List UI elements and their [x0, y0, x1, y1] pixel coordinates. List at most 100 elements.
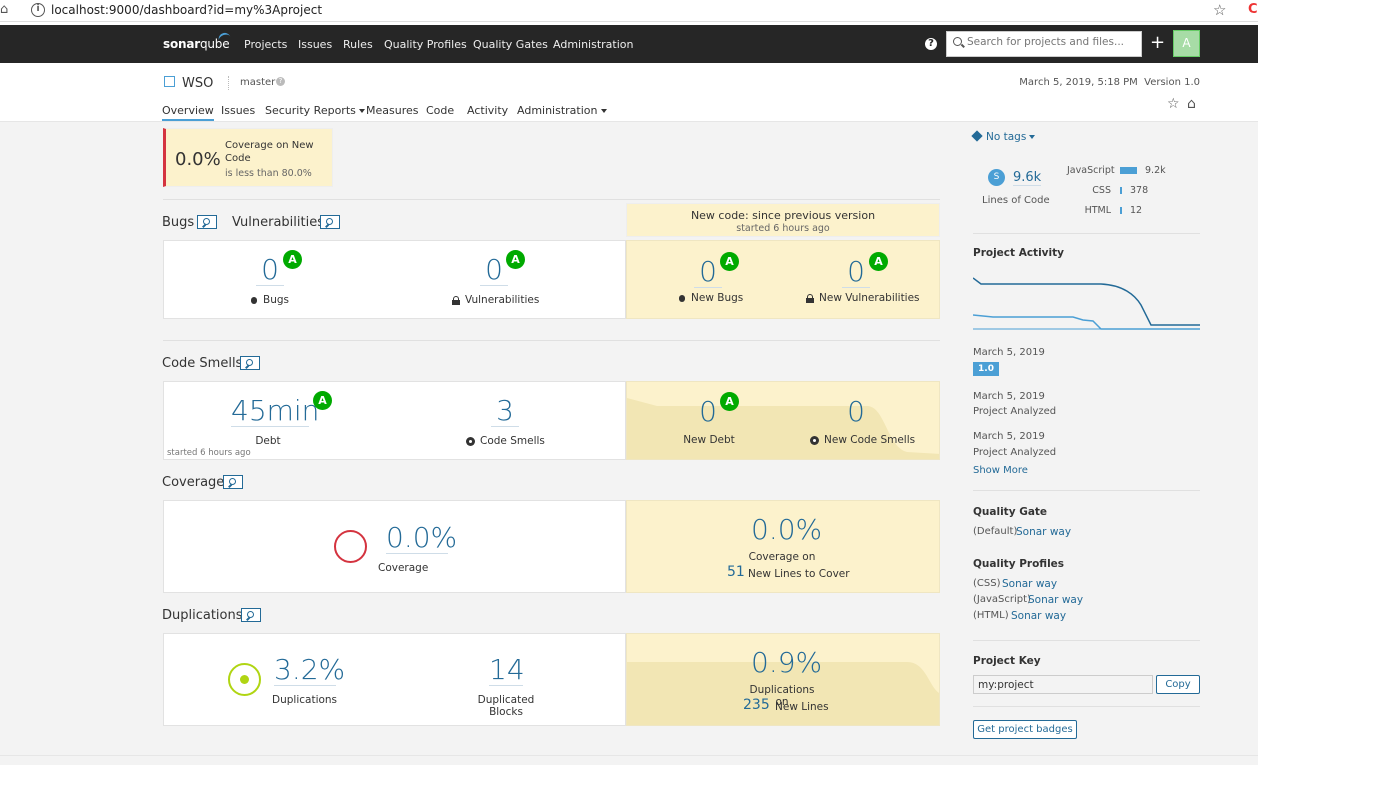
profile-lang: (HTML)	[973, 610, 1009, 621]
divider	[163, 199, 940, 200]
new-bugs-value[interactable]: 0	[694, 257, 722, 288]
duplicated-blocks-value[interactable]: 14	[489, 655, 525, 686]
bookmark-star-icon[interactable]: ☆	[1213, 1, 1226, 19]
version-badge: 1.0	[973, 362, 999, 376]
activity-sparkline[interactable]	[973, 275, 1200, 335]
nav-administration[interactable]: Administration	[553, 38, 634, 51]
tab-code[interactable]: Code	[426, 104, 454, 117]
show-more-link[interactable]: Show More	[973, 465, 1028, 476]
project-name[interactable]: WSO	[182, 76, 213, 91]
vulnerabilities-value[interactable]: 0	[480, 255, 508, 286]
new-coverage-label: Coverage on	[748, 551, 816, 563]
new-bugs-rating[interactable]: A	[720, 252, 739, 271]
tab-measures[interactable]: Measures	[366, 104, 418, 117]
browser-home-icon[interactable]: ⌂	[0, 3, 14, 17]
condition-title: Coverage on New Code	[225, 140, 314, 164]
divider	[973, 233, 1200, 234]
new-lines-value[interactable]: 235	[743, 697, 770, 713]
divider	[163, 340, 940, 341]
new-debt-value[interactable]: 0	[694, 397, 722, 428]
url-text[interactable]: localhost:9000/dashboard?id=my%3Aproject	[51, 3, 322, 17]
event-date: March 5, 2019	[973, 347, 1045, 358]
duplications-drilldown-icon[interactable]	[241, 608, 261, 622]
coverage-drilldown-icon[interactable]	[223, 475, 243, 489]
event-date: March 5, 2019	[973, 391, 1045, 402]
new-vulnerabilities-value[interactable]: 0	[842, 257, 870, 288]
home-page-icon[interactable]: ⌂	[1187, 96, 1196, 112]
new-vulnerabilities-label: New Vulnerabilities	[806, 292, 920, 304]
extension-icon[interactable]: C	[1248, 2, 1258, 17]
new-code-smells-chart	[627, 398, 939, 459]
tab-issues[interactable]: Issues	[221, 104, 255, 117]
debt-label: Debt	[255, 435, 281, 447]
duplications-value[interactable]: 3.2%	[274, 655, 345, 686]
new-lines-to-cover-value[interactable]: 51	[727, 564, 745, 580]
code-smells-drilldown-icon[interactable]	[240, 356, 260, 370]
lang-bar-css	[1120, 187, 1122, 194]
tab-overview[interactable]: Overview	[162, 104, 214, 121]
create-plus-icon[interactable]: +	[1150, 31, 1165, 55]
bugs-drilldown-icon[interactable]	[197, 215, 217, 229]
get-project-badges-button[interactable]: Get project badges	[973, 720, 1077, 739]
vulnerabilities-rating[interactable]: A	[506, 250, 525, 269]
debt-started-note: started 6 hours ago	[167, 448, 251, 458]
bugs-vulns-new-code-panel	[626, 240, 940, 319]
profile-link[interactable]: Sonar way	[1028, 594, 1083, 606]
quality-gate-condition[interactable]: 0.0% Coverage on New Code is less than 8…	[163, 128, 333, 187]
nav-projects[interactable]: Projects	[244, 38, 287, 51]
lock-icon	[452, 295, 460, 305]
coverage-label: Coverage	[378, 562, 429, 574]
nav-quality-gates[interactable]: Quality Gates	[473, 38, 548, 51]
event-text: Project Analyzed	[973, 447, 1057, 458]
vulnerabilities-label: Vulnerabilities	[452, 294, 539, 306]
chevron-down-icon	[1029, 135, 1036, 139]
coverage-value[interactable]: 0.0%	[386, 523, 457, 554]
nav-rules[interactable]: Rules	[343, 38, 373, 51]
copy-button[interactable]: Copy	[1156, 675, 1200, 694]
project-key-field[interactable]	[973, 675, 1153, 694]
new-lines-label: New Lines	[775, 701, 829, 713]
search-input[interactable]	[967, 36, 1137, 48]
code-smells-value[interactable]: 3	[491, 396, 519, 427]
tags-dropdown[interactable]: No tags	[971, 130, 1036, 143]
tab-security-reports[interactable]: Security Reports	[265, 104, 365, 117]
tab-activity[interactable]: Activity	[467, 104, 508, 117]
quality-gate-link[interactable]: Sonar way	[1016, 526, 1071, 538]
new-coverage-value[interactable]: 0.0%	[751, 515, 822, 546]
help-icon[interactable]: ?	[925, 38, 937, 50]
sonarqube-logo[interactable]: sonarqube	[163, 31, 232, 51]
global-search[interactable]	[946, 31, 1142, 57]
branch-info-icon[interactable]: ?	[276, 77, 285, 86]
site-info-icon[interactable]: i	[31, 3, 45, 17]
profile-link[interactable]: Sonar way	[1002, 578, 1057, 590]
favorite-star-icon[interactable]: ☆	[1167, 96, 1180, 112]
new-lines-to-cover-label: New Lines to Cover	[748, 568, 850, 580]
new-code-title: New code: since previous version	[690, 209, 876, 222]
new-code-smells-value[interactable]: 0	[842, 397, 870, 428]
profile-lang: (CSS)	[973, 578, 1001, 589]
lines-of-code-value[interactable]: 9.6k	[1013, 170, 1042, 186]
code-smells-label: Code Smells	[466, 435, 545, 447]
bugs-rating[interactable]: A	[283, 250, 302, 269]
new-debt-rating[interactable]: A	[720, 392, 739, 411]
tab-administration[interactable]: Administration	[517, 104, 607, 117]
nav-issues[interactable]: Issues	[298, 38, 332, 51]
new-code-smells-label: New Code Smells	[810, 434, 915, 446]
event-date: March 5, 2019	[973, 431, 1045, 442]
lang-value-css: 378	[1130, 185, 1149, 196]
duplicated-blocks-label: Duplicated Blocks	[477, 694, 535, 718]
new-duplications-value[interactable]: 0.9%	[751, 648, 822, 679]
nav-quality-profiles[interactable]: Quality Profiles	[384, 38, 467, 51]
bugs-value[interactable]: 0	[256, 255, 284, 286]
analysis-date: March 5, 2019, 5:18 PM	[1019, 77, 1138, 88]
lock-icon	[806, 293, 814, 303]
user-avatar[interactable]: A	[1173, 30, 1200, 57]
vulnerabilities-drilldown-icon[interactable]	[320, 215, 340, 229]
chevron-down-icon	[600, 109, 607, 113]
new-vulnerabilities-rating[interactable]: A	[869, 252, 888, 271]
debt-value[interactable]: 45min	[231, 396, 319, 427]
profile-link[interactable]: Sonar way	[1011, 610, 1066, 622]
debt-rating[interactable]: A	[313, 391, 332, 410]
lines-of-code-label: Lines of Code	[982, 195, 1050, 206]
branch-name[interactable]: master	[240, 77, 275, 88]
